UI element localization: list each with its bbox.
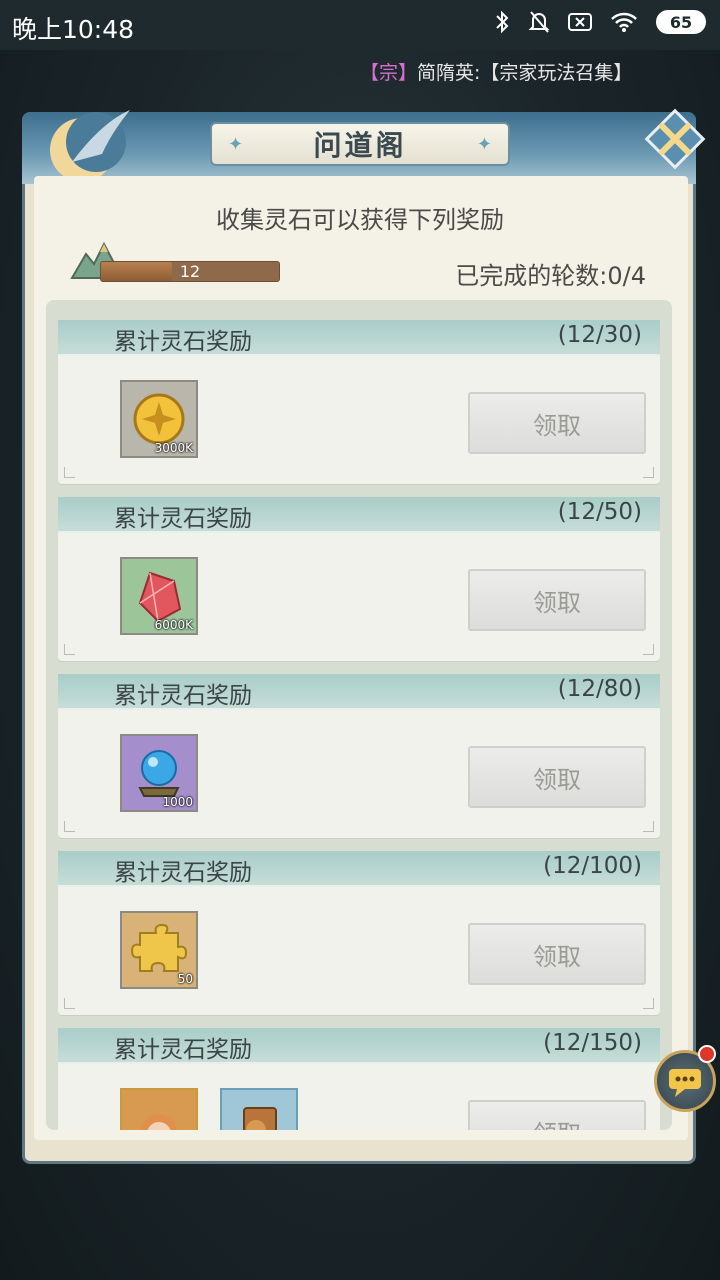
claim-button[interactable]: 领取 xyxy=(468,1100,646,1130)
reward-item-slot[interactable]: 50 xyxy=(120,911,198,989)
reward-card: 累计灵石奖励 (12/100) 50 领取 xyxy=(58,851,660,1015)
reward-card-header: 累计灵石奖励 (12/150) xyxy=(58,1028,660,1064)
reward-progress: (12/30) xyxy=(557,322,642,348)
bluetooth-icon xyxy=(496,10,509,34)
reward-item-slot[interactable]: 1000 xyxy=(120,734,198,812)
reward-subtitle: 收集灵石可以获得下列奖励 xyxy=(216,206,504,234)
claim-button[interactable]: 领取 xyxy=(468,569,646,631)
stone-progress-value: 12 xyxy=(179,262,201,281)
reward-progress: (12/50) xyxy=(557,499,642,525)
battery-indicator: 65 xyxy=(656,10,706,34)
card-corner-ornament xyxy=(64,998,75,1009)
card-corner-ornament xyxy=(643,467,654,478)
reward-progress: (12/80) xyxy=(557,676,642,702)
claim-button[interactable]: 领取 xyxy=(468,392,646,454)
reward-item-slot[interactable]: 3000K xyxy=(120,380,198,458)
reward-title: 累计灵石奖励 xyxy=(114,860,252,886)
reward-title: 累计灵石奖励 xyxy=(114,506,252,532)
ornament-icon: ✦ xyxy=(476,134,492,155)
reward-card: 累计灵石奖励 (12/80) 1000 领取 xyxy=(58,674,660,838)
announcement-ticker[interactable]: 【宗】简隋英:【宗家玩法召集】 xyxy=(360,58,632,85)
item-quantity: 50 xyxy=(177,972,193,986)
reward-list[interactable]: 累计灵石奖励 (12/30) 3000K 领取 累计灵石奖励 (12/50) 6… xyxy=(46,300,672,1130)
reward-item-slot[interactable]: 6000K xyxy=(120,557,198,635)
reward-item-slot[interactable] xyxy=(220,1088,298,1130)
reward-card: 累计灵石奖励 (12/30) 3000K 领取 xyxy=(58,320,660,484)
red-crystal-icon xyxy=(138,571,182,623)
reward-card-header: 累计灵石奖励 (12/100) xyxy=(58,851,660,887)
character-portrait-icon xyxy=(141,1114,177,1130)
card-corner-ornament xyxy=(643,821,654,832)
gold-puzzle-icon xyxy=(130,923,188,972)
announcement-text: 简隋英:【宗家玩法召集】 xyxy=(417,62,633,84)
book-item-icon xyxy=(243,1107,277,1130)
card-corner-ornament xyxy=(64,467,75,478)
reward-progress: (12/100) xyxy=(543,853,642,879)
item-quantity: 1000 xyxy=(162,795,193,809)
rounds-completed: 已完成的轮数:0/4 xyxy=(455,262,646,290)
item-quantity: 6000K xyxy=(154,618,193,632)
reward-item-slot[interactable] xyxy=(120,1088,198,1130)
reward-card-header: 累计灵石奖励 (12/50) xyxy=(58,497,660,533)
reward-card: 累计灵石奖励 (12/50) 6000K 领取 xyxy=(58,497,660,661)
reward-progress: (12/150) xyxy=(543,1030,642,1056)
reward-card-header: 累计灵石奖励 (12/80) xyxy=(58,674,660,710)
reward-card: 累计灵石奖励 (12/150) 领取 xyxy=(58,1028,660,1130)
claim-button[interactable]: 领取 xyxy=(468,746,646,808)
stone-progress-bar: 12 xyxy=(100,261,280,282)
blue-orb-icon xyxy=(138,750,180,797)
card-corner-ornament xyxy=(643,998,654,1009)
dialog-title-plaque: ✦ 问道阁 ✦ xyxy=(210,122,510,166)
gold-coin-icon xyxy=(133,393,185,445)
card-corner-ornament xyxy=(64,821,75,832)
claim-button[interactable]: 领取 xyxy=(468,923,646,985)
status-icons: 65 xyxy=(494,10,706,34)
item-quantity: 3000K xyxy=(154,441,193,455)
status-time: 晚上10:48 xyxy=(12,15,135,44)
close-button[interactable] xyxy=(640,104,710,174)
card-corner-ornament xyxy=(643,644,654,655)
sim-off-icon xyxy=(568,13,592,31)
reward-title: 累计灵石奖励 xyxy=(114,329,252,355)
reward-title: 累计灵石奖励 xyxy=(114,683,252,709)
card-corner-ornament xyxy=(64,644,75,655)
chat-notification-dot xyxy=(698,1045,716,1063)
announcement-tag: 【宗】 xyxy=(360,62,418,84)
bell-muted-icon xyxy=(528,11,550,33)
wifi-icon xyxy=(611,12,637,32)
reward-card-header: 累计灵石奖励 (12/30) xyxy=(58,320,660,356)
reward-title: 累计灵石奖励 xyxy=(114,1037,252,1063)
status-bar: 晚上10:48 65 xyxy=(0,0,720,50)
ornament-icon: ✦ xyxy=(228,134,244,155)
page-title: 问道阁 xyxy=(313,129,407,162)
